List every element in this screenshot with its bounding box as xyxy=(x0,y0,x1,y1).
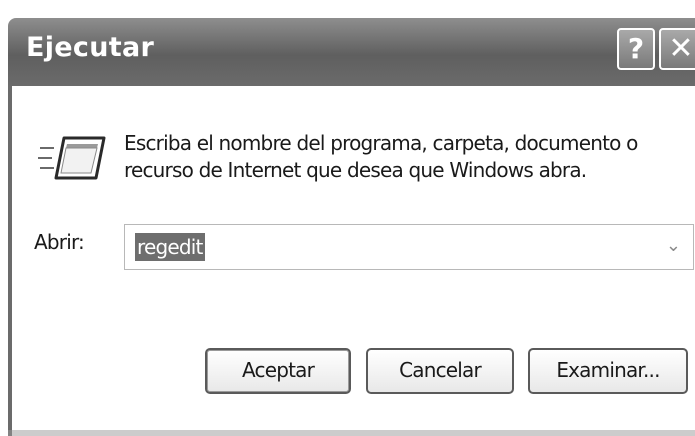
chevron-down-icon[interactable]: ⌄ xyxy=(666,235,681,256)
title-bar[interactable]: Ejecutar ? ✕ xyxy=(8,18,695,86)
description-line-2: recurso de Internet que desea que Window… xyxy=(124,158,587,182)
close-button[interactable]: ✕ xyxy=(659,28,695,70)
dialog-description: Escriba el nombre del programa, carpeta,… xyxy=(124,130,684,184)
run-program-icon xyxy=(38,136,106,180)
browse-button[interactable]: Examinar... xyxy=(528,348,688,394)
window-frame-bottom xyxy=(8,430,695,436)
open-input-value[interactable]: regedit xyxy=(135,233,205,261)
description-line-1: Escriba el nombre del programa, carpeta,… xyxy=(124,131,638,155)
ok-button[interactable]: Aceptar xyxy=(205,348,351,394)
open-label: Abrir: xyxy=(34,230,85,254)
open-combobox[interactable]: regedit ⌄ xyxy=(124,224,694,270)
window-frame-left xyxy=(8,86,12,436)
run-dialog: Ejecutar ? ✕ Escriba el nombre del progr… xyxy=(0,0,695,436)
dialog-title: Ejecutar xyxy=(26,32,155,63)
help-button[interactable]: ? xyxy=(617,28,655,70)
cancel-button[interactable]: Cancelar xyxy=(366,348,514,394)
